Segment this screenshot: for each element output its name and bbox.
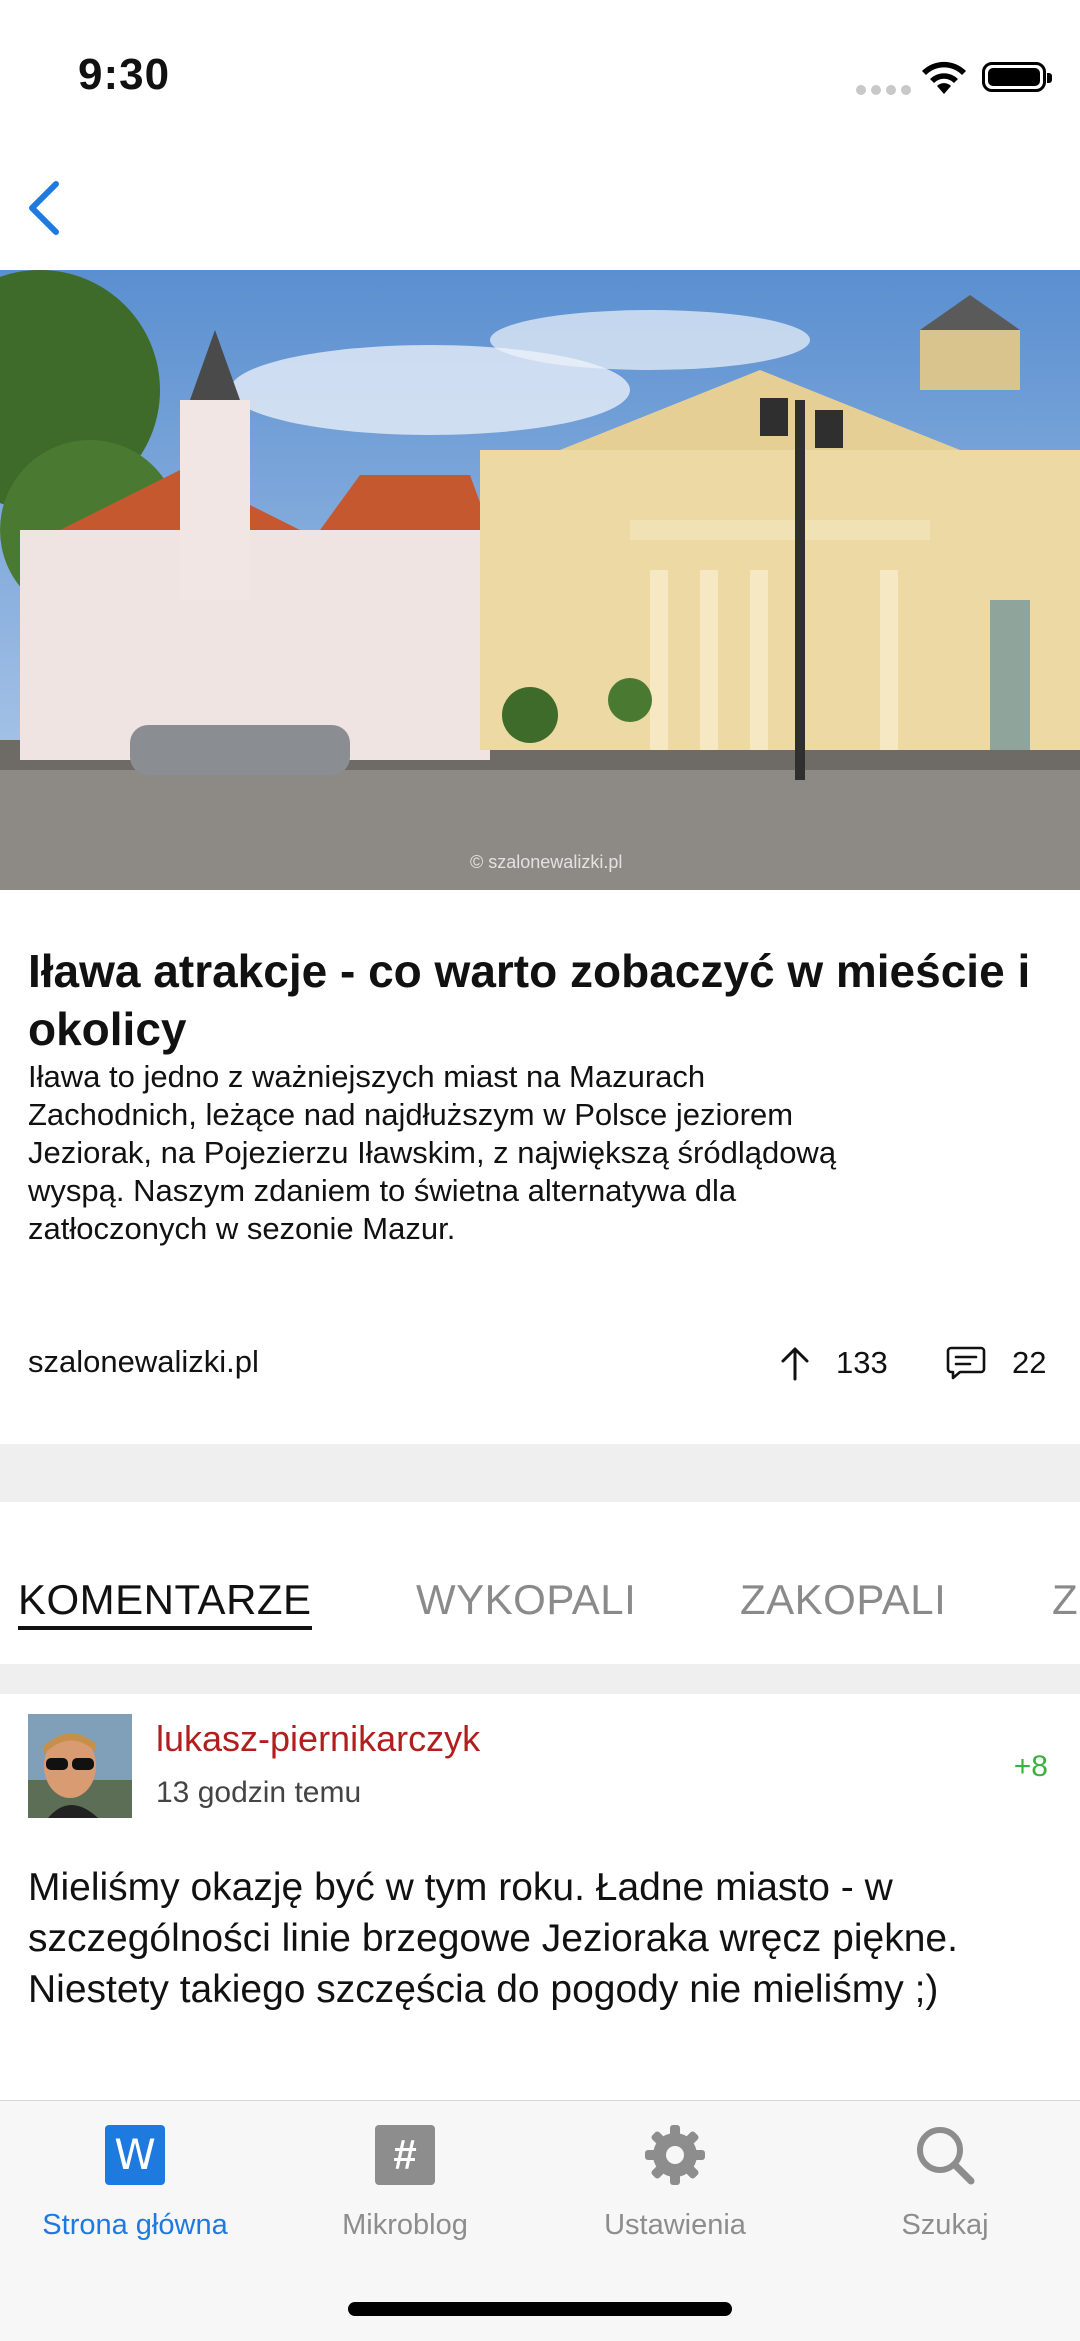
upvote-button[interactable]: 133 (780, 1340, 888, 1386)
tab-bar-label: Szukaj (901, 2209, 989, 2241)
back-button[interactable] (20, 178, 70, 238)
tab-bar-label: Mikroblog (342, 2209, 468, 2241)
comment-icon (946, 1346, 986, 1380)
hash-glyph: # (375, 2125, 435, 2185)
comment-count: 22 (1012, 1345, 1047, 1380)
section-divider (0, 1444, 1080, 1502)
tab-zakopali[interactable]: ZAKOPALI (740, 1576, 946, 1624)
comment-timestamp: 13 godzin temu (156, 1776, 362, 1809)
status-bar: 9:30 (0, 0, 1080, 150)
hashtag-icon: # (373, 2123, 437, 2187)
gear-icon (643, 2123, 707, 2187)
comment-body: Mieliśmy okazję być w tym roku. Ładne mi… (28, 1866, 958, 2011)
tab-bar-label: Ustawienia (604, 2209, 746, 2241)
tab-partial[interactable]: Z (1052, 1576, 1078, 1624)
article-image[interactable]: © szalonewalizki.pl (0, 270, 1080, 890)
tab-strip: KOMENTARZE WYKOPALI ZAKOPALI Z (0, 1560, 1080, 1670)
avatar[interactable] (28, 1714, 132, 1818)
tab-komentarze[interactable]: KOMENTARZE (18, 1576, 312, 1630)
article-title[interactable]: Iława atrakcje - co warto zobaczyć w mie… (28, 942, 1048, 1058)
image-watermark: © szalonewalizki.pl (470, 852, 623, 872)
vote-count: 133 (836, 1345, 888, 1380)
cellular-signal-icon (856, 82, 916, 100)
article-description: Iława to jedno z ważniejszych miast na M… (28, 1059, 837, 1246)
article-source-link[interactable]: szalonewalizki.pl (28, 1344, 259, 1380)
comment-author[interactable]: lukasz-piernikarczyk (156, 1718, 480, 1760)
status-time: 9:30 (78, 50, 171, 99)
comments-button[interactable]: 22 (946, 1340, 1046, 1386)
tabs-divider (0, 1664, 1080, 1694)
home-w-glyph: W (105, 2125, 165, 2185)
tab-bar-search[interactable]: Szukaj (810, 2123, 1080, 2242)
home-indicator[interactable] (348, 2302, 732, 2316)
search-icon (913, 2123, 977, 2187)
tab-bar-home[interactable]: W Strona główna (0, 2123, 270, 2242)
tab-bar-mikroblog[interactable]: # Mikroblog (270, 2123, 540, 2242)
tab-wykopali[interactable]: WYKOPALI (416, 1576, 636, 1624)
battery-icon (982, 62, 1052, 92)
arrow-up-icon (781, 1347, 809, 1381)
tab-bar-label: Strona główna (42, 2209, 228, 2241)
comment-score: +8 (1013, 1750, 1048, 1783)
wifi-icon (922, 61, 966, 94)
tab-bar-settings[interactable]: Ustawienia (540, 2123, 810, 2242)
chevron-left-icon (29, 181, 59, 235)
wykop-w-icon: W (103, 2123, 167, 2187)
